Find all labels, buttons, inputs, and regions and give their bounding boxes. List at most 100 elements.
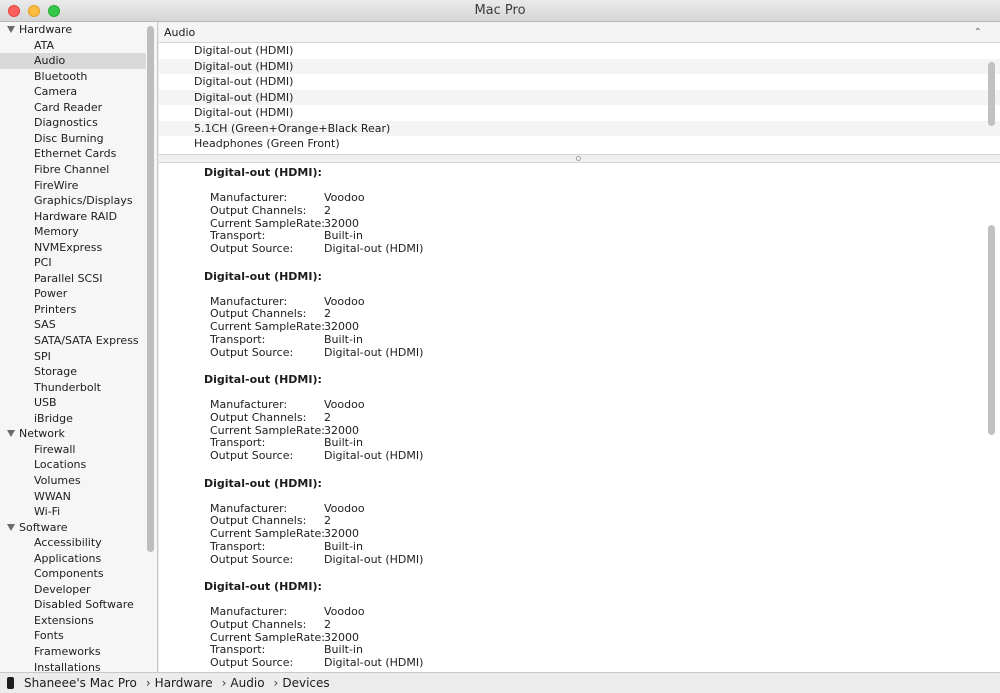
splitter-handle-icon[interactable]: [576, 156, 581, 161]
sidebar-item[interactable]: Applications: [0, 551, 146, 567]
sidebar-item[interactable]: Ethernet Cards: [0, 146, 146, 162]
sidebar-item[interactable]: Power: [0, 286, 146, 302]
sidebar-item[interactable]: ATA: [0, 38, 146, 54]
property-row: Transport: Built-in: [210, 437, 824, 450]
sidebar-item[interactable]: Locations: [0, 457, 146, 473]
sidebar-item[interactable]: Hardware RAID: [0, 209, 146, 225]
list-item[interactable]: 5.1CH (Green+Orange+Black Rear): [159, 120, 1000, 136]
list-scrollbar[interactable]: [988, 62, 995, 126]
property-key: Manufacturer:: [210, 398, 288, 411]
sidebar-item[interactable]: SPI: [0, 349, 146, 365]
sidebar-item[interactable]: SATA/SATA Express: [0, 333, 146, 349]
property-value: 32000: [324, 320, 359, 334]
sidebar-item[interactable]: Storage: [0, 364, 146, 380]
sidebar-item[interactable]: Frameworks: [0, 644, 146, 660]
property-row: Output Channels: 2: [210, 203, 824, 218]
breadcrumb-item[interactable]: Shaneee's Mac Pro: [24, 676, 137, 690]
sidebar-item[interactable]: Diagnostics: [0, 115, 146, 131]
device-title: Digital-out (HDMI):: [204, 580, 322, 593]
sidebar-item[interactable]: Memory: [0, 224, 146, 240]
sidebar-category[interactable]: Network: [0, 426, 146, 442]
sidebar-item[interactable]: Card Reader: [0, 100, 146, 116]
sidebar-item[interactable]: iBridge: [0, 411, 146, 427]
sidebar-item[interactable]: Fonts: [0, 628, 146, 644]
sidebar-item[interactable]: Fibre Channel: [0, 162, 146, 178]
breadcrumb-item[interactable]: Hardware: [155, 676, 213, 690]
sidebar-category[interactable]: Hardware: [0, 22, 146, 38]
chevron-right-icon: ›: [145, 676, 151, 690]
status-bar: Shaneee's Mac Pro › Hardware › Audio › Devices: [0, 672, 1000, 693]
sidebar-item[interactable]: Disabled Software: [0, 597, 146, 613]
sidebar-category-label: Software: [19, 520, 68, 534]
breadcrumb-item[interactable]: Devices: [282, 676, 329, 690]
sort-ascending-icon[interactable]: ⌃: [974, 22, 982, 43]
property-row: Output Source: Digital-out (HDMI): [210, 656, 824, 670]
sidebar-item[interactable]: Firewall: [0, 442, 146, 458]
list-item[interactable]: Digital-out (HDMI): [159, 43, 1000, 59]
list-header[interactable]: Audio ⌃: [159, 22, 1000, 43]
pane-splitter[interactable]: [159, 154, 1000, 163]
property-row: Current SampleRate:32000: [210, 527, 824, 541]
sidebar-item[interactable]: Parallel SCSI: [0, 271, 146, 287]
device-detail: Digital-out (HDMI): Manufacturer: Voodoo Ou…: [204, 580, 824, 670]
list-item[interactable]: Digital-out (HDMI): [159, 74, 1000, 90]
detail-scrollbar[interactable]: [988, 225, 995, 435]
property-value: Built-in: [324, 539, 363, 553]
sidebar-item[interactable]: Camera: [0, 84, 146, 100]
disclosure-triangle-icon[interactable]: [7, 26, 15, 33]
sidebar-item[interactable]: Printers: [0, 302, 146, 318]
property-row: Output Source: Digital-out (HDMI): [210, 552, 824, 567]
sidebar-item[interactable]: NVMExpress: [0, 240, 146, 256]
list-item[interactable]: Digital-out (HDMI): [159, 105, 1000, 121]
property-row: Output Source: Digital-out (HDMI): [210, 449, 824, 463]
property-key: Transport:: [210, 332, 266, 346]
sidebar-item[interactable]: Bluetooth: [0, 69, 146, 85]
device-properties: Manufacturer: Voodoo Output Channels: 2 Curr…: [210, 295, 824, 360]
disclosure-triangle-icon[interactable]: [7, 523, 15, 531]
property-value: Voodoo: [324, 191, 365, 204]
sidebar-item[interactable]: Graphics/Displays: [0, 193, 146, 209]
list-item[interactable]: Digital-out (HDMI): [159, 89, 1000, 105]
device-title: Digital-out (HDMI):: [204, 269, 322, 283]
property-value: 2: [324, 203, 331, 217]
sidebar-item[interactable]: Audio: [0, 53, 146, 69]
property-key: Output Source:: [210, 552, 294, 566]
sidebar-item[interactable]: USB: [0, 395, 146, 411]
property-row: Output Source: Digital-out (HDMI): [210, 242, 824, 256]
property-row: Current SampleRate:32000: [210, 631, 824, 645]
sidebar-category[interactable]: Software: [0, 520, 146, 536]
sidebar-item[interactable]: Thunderbolt: [0, 380, 146, 396]
sidebar-item[interactable]: SAS: [0, 317, 146, 333]
sidebar-item[interactable]: PCI: [0, 255, 146, 271]
sidebar-item[interactable]: WWAN: [0, 489, 146, 505]
property-key: Transport:: [210, 539, 266, 553]
sidebar-item[interactable]: Wi-Fi: [0, 504, 146, 520]
list-header-label: Audio: [164, 26, 196, 39]
sidebar-item[interactable]: FireWire: [0, 178, 146, 194]
sidebar-item[interactable]: Disc Burning: [0, 131, 146, 147]
sidebar-item[interactable]: Extensions: [0, 613, 146, 629]
property-key: Output Channels:: [210, 617, 307, 631]
sidebar-item[interactable]: Volumes: [0, 473, 146, 489]
sidebar-item[interactable]: Developer: [0, 582, 146, 598]
sidebar-item[interactable]: Components: [0, 566, 146, 582]
property-key: Output Source:: [210, 449, 294, 463]
device-detail: Digital-out (HDMI): Manufacturer: Voodoo Ou…: [204, 166, 824, 256]
list-item[interactable]: Digital-out (HDMI): [159, 58, 1000, 74]
device-properties: Manufacturer: Voodoo Output Channels: 2 Curr…: [210, 398, 824, 463]
disclosure-triangle-icon[interactable]: [7, 430, 15, 438]
chevron-right-icon: ›: [221, 676, 227, 690]
list-item[interactable]: Headphones (Green Front): [159, 136, 1000, 152]
sidebar-item[interactable]: Accessibility: [0, 535, 146, 551]
device-properties: Manufacturer: Voodoo Output Channels: 2 Curr…: [210, 191, 824, 256]
property-value: 32000: [324, 527, 359, 541]
title-bar: Mac Pro: [0, 0, 1000, 22]
property-value: Digital-out (HDMI): [324, 345, 424, 359]
sidebar-scrollbar[interactable]: [147, 26, 154, 552]
breadcrumb: Shaneee's Mac Pro › Hardware › Audio › Devices: [24, 673, 330, 693]
sidebar-item[interactable]: Installations: [0, 660, 146, 672]
breadcrumb-item[interactable]: Audio: [230, 676, 264, 690]
property-row: Output Channels: 2: [210, 617, 824, 632]
property-row: Output Source: Digital-out (HDMI): [210, 345, 824, 360]
device-properties: Manufacturer: Voodoo Output Channels: 2 Curr…: [210, 605, 824, 670]
